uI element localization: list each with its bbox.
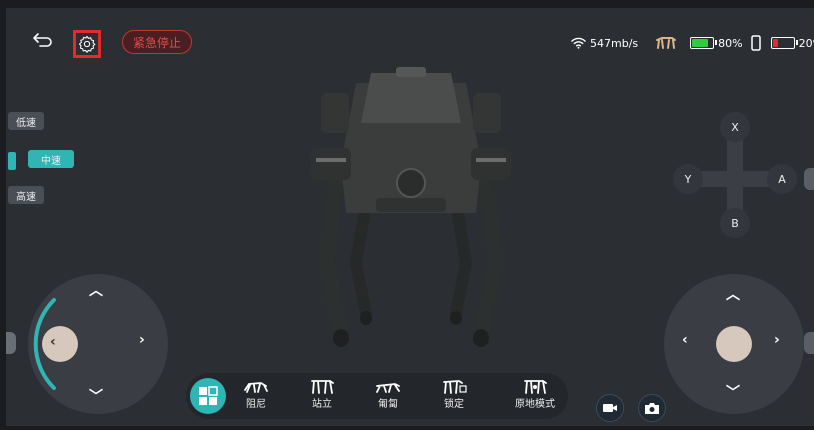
robot-dog-icon [656, 37, 677, 49]
emergency-stop-button[interactable]: 紧急停止 [122, 30, 192, 54]
mode-label: 阻尼 [246, 399, 266, 410]
b-button[interactable]: B [720, 208, 750, 238]
chevron-up-icon: ︿ [89, 283, 103, 299]
chevron-right-icon: › [139, 332, 145, 348]
left-joystick[interactable]: ︿ ﹀ ‹ › [28, 274, 168, 414]
chevron-left-icon: ‹ [682, 332, 688, 348]
speed-high-button[interactable]: 高速 [8, 186, 44, 204]
mode-damping-button[interactable]: 阻尼 [228, 378, 284, 418]
settings-button[interactable] [73, 30, 101, 58]
left-edge-tab[interactable] [6, 332, 16, 354]
robot-stand-icon [311, 380, 334, 394]
mode-label: 原地模式 [515, 399, 555, 410]
status-bar: 547mb/s 80% 20% [571, 34, 814, 52]
mode-in-place-button[interactable]: 原地模式 [502, 378, 568, 418]
back-arrow-icon[interactable] [32, 30, 54, 50]
chevron-left-icon: ‹ [50, 334, 56, 350]
chevron-up-icon: ︿ [726, 287, 740, 303]
menu-button[interactable] [190, 378, 226, 414]
wifi-status: 547mb/s [571, 37, 638, 50]
right-joystick[interactable]: ︿ ﹀ ‹ › [664, 274, 804, 414]
mode-lock-button[interactable]: 锁定 [426, 378, 482, 418]
y-button[interactable]: Y [673, 164, 703, 194]
wifi-icon [571, 37, 586, 49]
battery-icon [690, 37, 718, 49]
speed-indicator [8, 152, 16, 170]
mode-label: 站立 [312, 399, 332, 410]
chevron-down-icon: ﹀ [726, 385, 740, 401]
video-record-button[interactable] [596, 394, 624, 422]
a-button[interactable]: A [767, 164, 797, 194]
mode-crawl-button[interactable]: 匍匐 [360, 378, 416, 418]
x-button[interactable]: X [720, 112, 750, 142]
battery-icon [770, 37, 798, 49]
chevron-right-icon: › [774, 332, 780, 348]
mode-stand-button[interactable]: 站立 [294, 378, 350, 418]
speed-medium-button[interactable]: 中速 [28, 150, 74, 168]
gear-icon [78, 35, 96, 53]
robot-damping-icon [244, 382, 268, 393]
joystick-knob[interactable] [716, 326, 752, 362]
mode-label: 锁定 [444, 399, 464, 410]
robot-lock-icon [443, 380, 467, 394]
robot-in-place-icon [524, 380, 547, 394]
right-edge-tab[interactable] [804, 168, 814, 190]
robot-control-screen: 紧急停止 547mb/s 80% 20% 低速 中速 高速 [6, 8, 814, 426]
phone-battery: 20% [750, 35, 814, 51]
speed-low-button[interactable]: 低速 [8, 112, 44, 130]
mode-label: 匍匐 [378, 399, 398, 410]
video-record-icon [603, 404, 617, 412]
grid-menu-icon [199, 386, 218, 405]
phone-icon [750, 35, 761, 51]
robot-crawl-icon [376, 383, 400, 393]
robot-battery: 80% [690, 36, 743, 50]
action-button-pad: X Y A B [673, 108, 809, 243]
right-edge-tab[interactable] [804, 332, 814, 354]
robot-status [654, 35, 682, 51]
camera-icon [645, 402, 659, 414]
chevron-down-icon: ﹀ [89, 389, 103, 405]
phone-battery-level: 20% [798, 36, 814, 50]
joystick-knob[interactable] [42, 326, 78, 362]
wifi-speed: 547mb/s [590, 36, 639, 50]
robot-battery-level: 80% [718, 36, 743, 50]
robot-3d-view [311, 67, 511, 347]
photo-capture-button[interactable] [638, 394, 666, 422]
